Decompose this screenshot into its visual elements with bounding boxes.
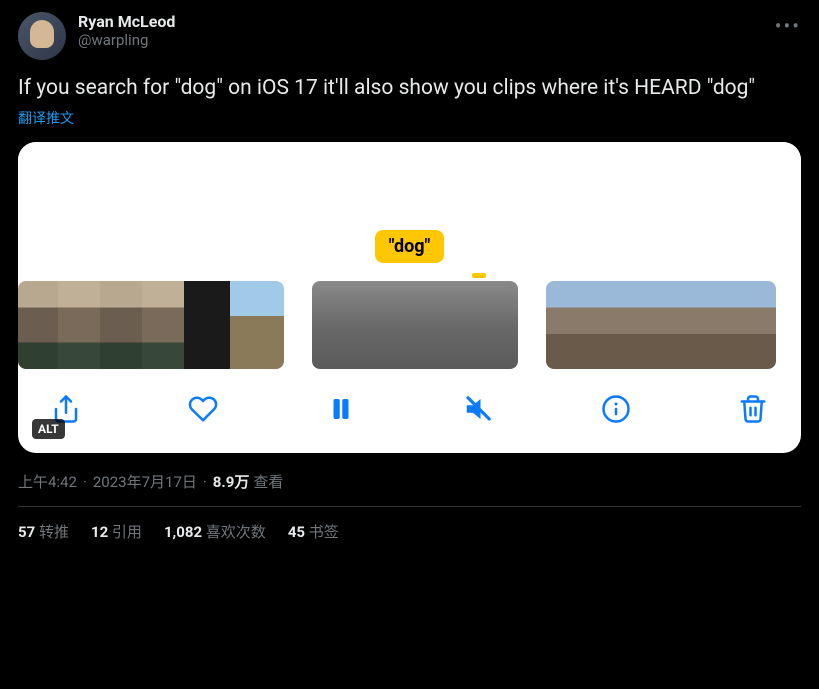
clip-group-2 bbox=[312, 281, 518, 369]
stat-quotes[interactable]: 12 引用 bbox=[91, 521, 142, 542]
clip-thumb bbox=[730, 281, 776, 369]
clip-thumb bbox=[546, 281, 592, 369]
clip-gap bbox=[518, 281, 546, 369]
caption-row: "dog" bbox=[18, 230, 801, 273]
mute-icon[interactable] bbox=[460, 391, 496, 427]
meta-sep: · bbox=[83, 473, 87, 491]
clip-gap bbox=[284, 281, 312, 369]
caption-bubble: "dog" bbox=[375, 230, 445, 263]
stat-retweets[interactable]: 57 转推 bbox=[18, 521, 69, 542]
clip-thumb bbox=[312, 281, 382, 369]
clip-group-1 bbox=[18, 281, 284, 369]
stat-likes[interactable]: 1,082 喜欢次数 bbox=[164, 521, 266, 542]
clip-thumb bbox=[382, 281, 452, 369]
media-whitespace bbox=[18, 142, 801, 230]
pause-icon[interactable] bbox=[323, 391, 359, 427]
meta-row: 上午4:42 · 2023年7月17日 · 8.9万 查看 bbox=[18, 471, 801, 492]
alt-badge[interactable]: ALT bbox=[32, 419, 65, 439]
stat-bookmarks[interactable]: 45 书签 bbox=[288, 521, 339, 542]
views-label: 查看 bbox=[253, 471, 283, 492]
stats-row: 57 转推 12 引用 1,082 喜欢次数 45 书签 bbox=[0, 507, 819, 556]
avatar[interactable] bbox=[18, 12, 66, 60]
clip-thumb bbox=[18, 281, 58, 369]
trash-icon[interactable] bbox=[735, 391, 771, 427]
clip-thumb bbox=[142, 281, 184, 369]
heart-icon[interactable] bbox=[185, 391, 221, 427]
meta-sep: · bbox=[203, 473, 207, 491]
clip-thumb bbox=[230, 281, 284, 369]
clip-group-3 bbox=[546, 281, 776, 369]
tweet-container: Ryan McLeod @warpling ••• If you search … bbox=[0, 0, 819, 492]
clip-thumb bbox=[100, 281, 142, 369]
video-timeline[interactable] bbox=[18, 281, 801, 369]
post-time[interactable]: 上午4:42 bbox=[18, 471, 77, 492]
tweet-header: Ryan McLeod @warpling ••• bbox=[18, 12, 801, 60]
media-card: "dog" bbox=[18, 142, 801, 453]
caption-tick bbox=[472, 273, 486, 278]
clip-thumb bbox=[684, 281, 730, 369]
more-button[interactable]: ••• bbox=[775, 14, 801, 38]
clip-thumb bbox=[184, 281, 230, 369]
clip-thumb bbox=[58, 281, 100, 369]
views-count: 8.9万 bbox=[213, 471, 250, 492]
author-block[interactable]: Ryan McLeod @warpling bbox=[78, 12, 175, 49]
tick-row bbox=[18, 273, 801, 281]
handle: @warpling bbox=[78, 31, 175, 49]
display-name: Ryan McLeod bbox=[78, 12, 175, 31]
clip-thumb bbox=[638, 281, 684, 369]
clip-thumb bbox=[452, 281, 518, 369]
post-date[interactable]: 2023年7月17日 bbox=[93, 471, 197, 492]
info-icon[interactable] bbox=[598, 391, 634, 427]
media-controls bbox=[18, 369, 801, 453]
tweet-text: If you search for "dog" on iOS 17 it'll … bbox=[18, 74, 801, 102]
translate-link[interactable]: 翻译推文 bbox=[18, 108, 801, 128]
clip-thumb bbox=[592, 281, 638, 369]
